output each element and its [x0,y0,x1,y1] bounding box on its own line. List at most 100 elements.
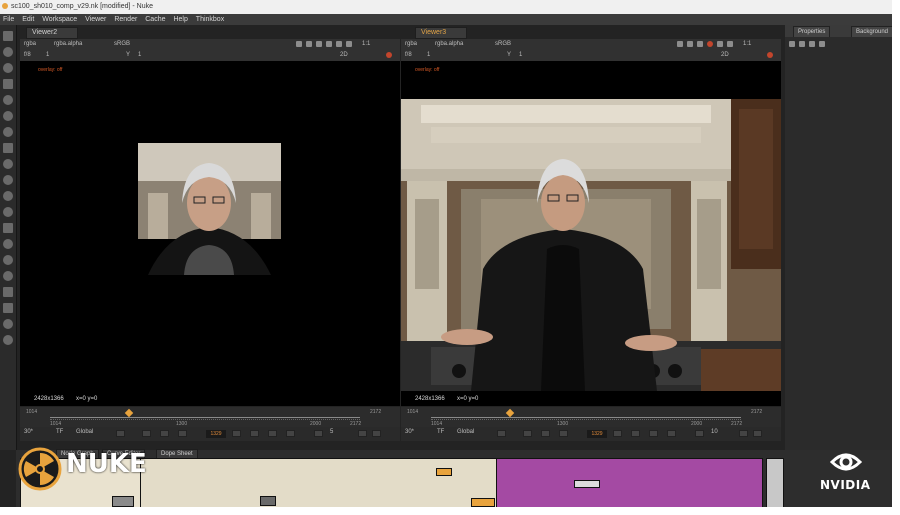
viewer3-step[interactable]: 10 [711,429,718,435]
viewer3-stop-icon[interactable] [717,41,723,47]
viewer2-timeline-end[interactable]: 2172 [370,409,381,415]
viewer3-play-forward-button[interactable] [613,430,622,437]
viewer3-lock-button[interactable] [739,430,748,437]
viewer3-skip-button[interactable] [695,430,704,437]
viewer3-alpha-dropdown[interactable]: rgba.alpha [435,39,463,49]
viewer3-current-frame[interactable]: 1329 [587,430,607,438]
channel-tool-icon[interactable] [3,79,13,89]
viewer3-record2-icon[interactable] [767,52,773,58]
viewer3-frame-step[interactable]: 1 [427,50,430,60]
properties-lock-icon[interactable] [799,41,805,47]
particles-tool-icon[interactable] [3,255,13,265]
draw-tool-icon[interactable] [3,47,13,57]
viewer2-alpha-dropdown[interactable]: rgba.alpha [54,39,82,49]
metadata-tool-icon[interactable] [3,207,13,217]
cara-vr-tool-icon[interactable] [3,319,13,329]
viewer2-colorspace-dropdown[interactable]: sRGB [114,39,130,49]
deep-tool-icon[interactable] [3,271,13,281]
viewer2-view-mode[interactable]: 2D [340,50,348,60]
keyer-tool-icon[interactable] [3,127,13,137]
viewer3-last-frame-button[interactable] [667,430,676,437]
viewer3-channels-dropdown[interactable]: rgba [405,39,417,49]
properties-pin-icon[interactable] [809,41,815,47]
viewer2-stop-icon[interactable] [336,41,342,47]
color-tool-icon[interactable] [3,95,13,105]
viewer2-last-frame-button[interactable] [286,430,295,437]
viewer2-grid-icon[interactable] [306,41,312,47]
viewer3-colorspace-dropdown[interactable]: sRGB [495,39,511,49]
viewer3-first-frame-button[interactable] [497,430,506,437]
tab-viewer2[interactable]: Viewer2 [26,27,78,39]
viewer2-fps[interactable]: 30* [24,429,33,435]
viewer3-scope[interactable]: Global [457,429,474,435]
transform-tool-icon[interactable] [3,159,13,169]
properties-edit-icon[interactable] [819,41,825,47]
viewer3-pause-icon[interactable] [727,41,733,47]
dag-node-white[interactable] [574,480,600,488]
dag-node-grey[interactable] [112,496,134,507]
viewer2-tf[interactable]: TF [56,429,63,435]
viewer3-next-key-button[interactable] [649,430,658,437]
merge-tool-icon[interactable] [3,143,13,153]
furnace-tool-icon[interactable] [3,287,13,297]
viewer3-gamma-value[interactable]: 1 [519,50,522,60]
viewer2-viewport[interactable]: overlay: off 2428x1366 x=0 y=0 [20,61,400,406]
backdrop-node-right[interactable] [766,458,784,509]
viewer2-prev-frame-button[interactable] [160,430,169,437]
viewer2-current-frame[interactable]: 1329 [206,430,226,438]
viewer2-skip-button[interactable] [314,430,323,437]
views-tool-icon[interactable] [3,191,13,201]
viewer2-wipe-icon[interactable] [316,41,322,47]
viewer2-record-icon[interactable] [386,52,392,58]
toolsets-tool-icon[interactable] [3,223,13,233]
backdrop-node-cream[interactable] [140,458,502,509]
properties-clear-icon[interactable] [789,41,795,47]
backdrop-node-magenta[interactable] [496,458,763,509]
viewer3-zoom-dropdown[interactable]: 1:1 [743,39,751,49]
viewer3-fstop[interactable]: f/8 [405,50,412,60]
viewer3-prev-frame-button[interactable] [541,430,550,437]
viewer2-cache-button[interactable] [372,430,381,437]
viewer3-next-frame-button[interactable] [631,430,640,437]
other-tool-icon[interactable] [3,239,13,249]
viewer2-zoom-dropdown[interactable]: 1:1 [362,39,370,49]
viewer3-grid-icon[interactable] [687,41,693,47]
menu-edit[interactable]: Edit [22,16,34,23]
viewer2-scope[interactable]: Global [76,429,93,435]
dag-node-read[interactable] [471,498,495,507]
viewer3-play-back-button[interactable] [559,430,568,437]
viewer3-wipe-icon[interactable] [697,41,703,47]
viewer3-viewport[interactable]: overlay: off 2428x1366 x=0 y=0 [401,61,781,406]
viewer2-play-back-button[interactable] [178,430,187,437]
viewer3-timeline-track[interactable] [431,417,741,418]
viewer2-gamma-value[interactable]: 1 [138,50,141,60]
menu-viewer[interactable]: Viewer [85,16,106,23]
viewer3-prev-key-button[interactable] [523,430,532,437]
menu-workspace[interactable]: Workspace [42,16,77,23]
menu-cache[interactable]: Cache [145,16,165,23]
viewer2-pause-icon[interactable] [346,41,352,47]
viewer3-timeline-start[interactable]: 1014 [407,409,418,415]
viewer3-tf[interactable]: TF [437,429,444,435]
viewer3-fps[interactable]: 30* [405,429,414,435]
viewer2-channels-dropdown[interactable]: rgba [24,39,36,49]
viewer3-cache-button[interactable] [753,430,762,437]
viewer2-roi-icon[interactable] [296,41,302,47]
dag-node-dark[interactable] [260,496,276,506]
viewer3-timeline[interactable]: 1014 2172 1014 1300 2000 2172 [401,407,781,427]
viewer3-roi-icon[interactable] [677,41,683,47]
viewer3-record-icon[interactable] [707,41,713,47]
viewer2-timeline-cursor[interactable] [124,408,134,418]
filter-tool-icon[interactable] [3,111,13,121]
viewer3-view-mode[interactable]: 2D [721,50,729,60]
viewer2-play-forward-button[interactable] [232,430,241,437]
viewer2-prev-key-button[interactable] [142,430,151,437]
ocula-tool-icon[interactable] [3,303,13,313]
image-tool-icon[interactable] [3,31,13,41]
viewer2-fstop[interactable]: f/8 [24,50,31,60]
menu-render[interactable]: Render [114,16,137,23]
viewer2-step[interactable]: 5 [330,429,333,435]
viewer2-frame-step[interactable]: 1 [46,50,49,60]
viewer2-timeline[interactable]: 1014 2172 1014 1300 2000 2172 [20,407,400,427]
menu-thinkbox[interactable]: Thinkbox [196,16,224,23]
